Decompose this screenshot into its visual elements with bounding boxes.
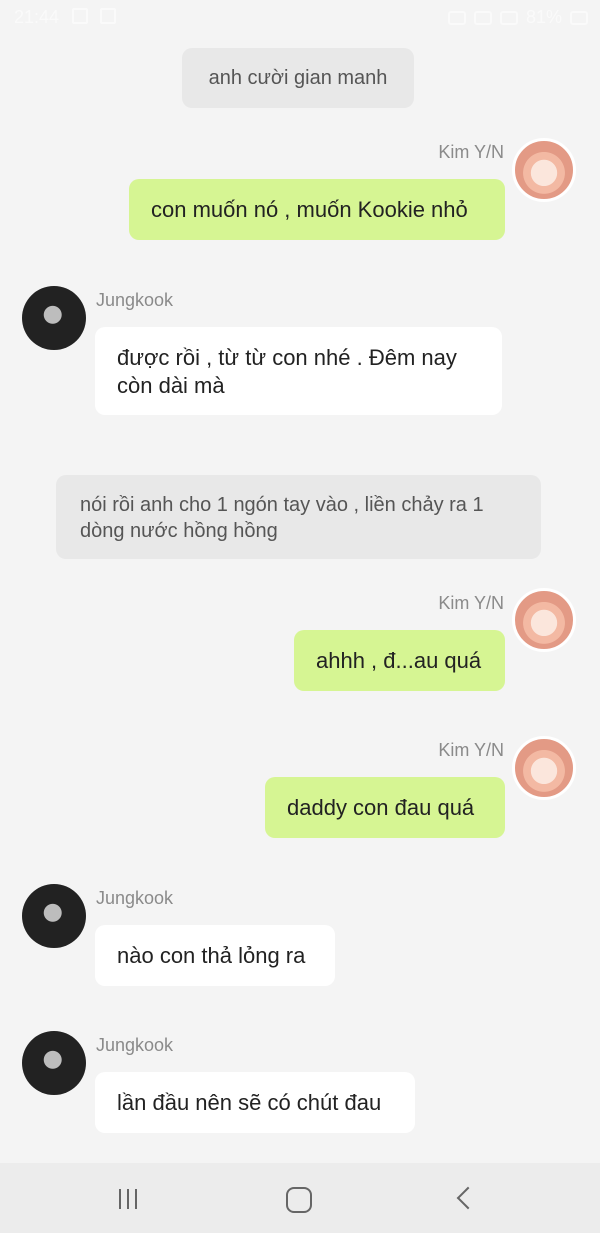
status-time: 21:44	[14, 7, 60, 27]
avatar[interactable]	[22, 1031, 86, 1095]
avatar[interactable]	[512, 138, 576, 202]
sender-name: Kim Y/N	[438, 142, 504, 162]
narration-text: nói rồi anh cho 1 ngón tay vào , liền ch…	[80, 494, 484, 542]
sender-name: Jungkook	[96, 888, 174, 908]
message-bubble-received: nào con thả lỏng ra	[95, 925, 335, 986]
message-bubble-sent: ahhh , đ...au quá	[294, 630, 505, 691]
message-bubble-sent: con muốn nó , muốn Kookie nhỏ	[129, 179, 505, 240]
wifi-icon	[473, 10, 492, 25]
message-bubble-received: lần đầu nên sẽ có chút đau	[95, 1072, 415, 1133]
home-icon[interactable]	[278, 1181, 318, 1217]
battery-percent: 81%	[525, 7, 562, 27]
avatar[interactable]	[512, 736, 576, 800]
message-text: daddy con đau quá	[287, 795, 475, 820]
status-bar: 21:44 81%	[0, 0, 600, 36]
message-text: con muốn nó , muốn Kookie nhỏ	[151, 197, 468, 222]
sender-name: Kim Y/N	[438, 740, 504, 760]
sender-name: Kim Y/N	[438, 593, 504, 613]
avatar[interactable]	[22, 286, 86, 350]
avatar[interactable]	[22, 884, 86, 948]
gallery-icon	[72, 8, 88, 24]
mute-icon	[447, 10, 466, 25]
avatar[interactable]	[512, 588, 576, 652]
message-text: lần đầu nên sẽ có chút đau	[117, 1090, 382, 1115]
notification-icon	[100, 8, 116, 24]
message-text: nào con thả lỏng ra	[117, 943, 306, 968]
recents-icon[interactable]	[110, 1181, 150, 1217]
navigation-bar	[0, 1163, 600, 1233]
narration-text: anh cười gian manh	[208, 67, 388, 89]
narration-message: nói rồi anh cho 1 ngón tay vào , liền ch…	[56, 475, 541, 559]
sender-name: Jungkook	[96, 1035, 174, 1055]
narration-message: anh cười gian manh	[182, 48, 414, 108]
battery-icon	[570, 10, 588, 25]
message-text: ahhh , đ...au quá	[316, 648, 482, 673]
sender-name: Jungkook	[96, 290, 174, 310]
message-bubble-received: được rồi , từ từ con nhé . Đêm nay còn d…	[95, 327, 502, 415]
status-right: 81%	[447, 7, 588, 28]
message-text: được rồi , từ từ con nhé . Đêm nay còn d…	[117, 345, 457, 398]
back-icon[interactable]	[446, 1181, 486, 1217]
signal-icon	[499, 10, 518, 25]
message-bubble-sent: daddy con đau quá	[265, 777, 505, 838]
